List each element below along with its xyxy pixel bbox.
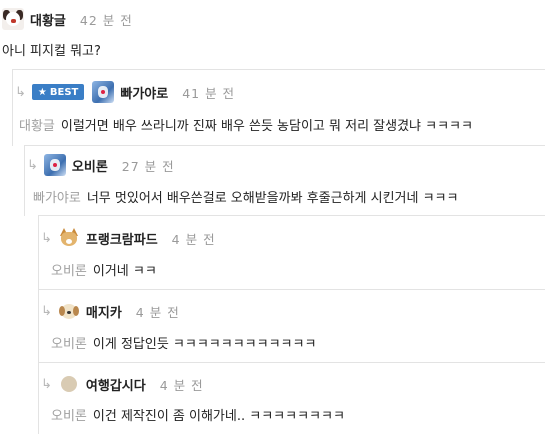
blue-avatar[interactable] [43,154,66,176]
puppy-avatar[interactable] [2,8,24,30]
comment-time: 4 분 전 [171,231,216,247]
comment-text: 오비론 이거네 ㅋㅋ [51,260,157,279]
reply-arrow-icon: ↳ [41,303,52,319]
comment-text: 오비론 이게 정답인듯 ㅋㅋㅋㅋㅋㅋㅋㅋㅋㅋㅋㅋ [51,333,316,352]
comment-text: 아니 피지컬 뭐고? [2,44,101,59]
comment-header: ↳ ★ BEST 빠가야로 41 분 전 [15,80,235,104]
comment-author[interactable]: 여행갑시다 [86,375,146,394]
blue-avatar[interactable] [92,81,115,103]
comment-header: 대황글 42 분 전 [2,7,133,31]
fox-avatar[interactable] [57,227,80,249]
comment-header: ↳ 여행갑시다 4 분 전 [41,372,204,396]
star-icon: ★ [37,86,47,98]
comment-body: 이럴거면 배우 쓰라니까 진짜 배우 쓴듯 농담이고 뭐 저리 잘생겼냐 ㅋㅋㅋ… [60,119,473,134]
comment-body: 이게 정답인듯 ㅋㅋㅋㅋㅋㅋㅋㅋㅋㅋㅋㅋ [92,337,317,352]
comment-item: ↳ 오비론 27 분 전 빠가야로 너무 멋있어서 배우쓴걸로 오해받을까봐 후줄… [24,145,545,216]
mention-link[interactable]: 빠가야로 [33,191,81,206]
comment-author[interactable]: 빠가야로 [120,83,168,102]
comment-text: 대황글 이럴거면 배우 쓰라니까 진짜 배우 쓴듯 농담이고 뭐 저리 잘생겼냐 … [19,115,473,134]
comment-author[interactable]: 대황글 [30,10,66,29]
comment-item: ↳ 프랭크람파드 4 분 전 오비론 이거네 ㅋㅋ [38,215,545,289]
comment-header: ↳ 오비론 27 분 전 [27,153,175,177]
mention-link[interactable]: 오비론 [51,264,87,279]
comment-item: ↳ 매지카 4 분 전 오비론 이게 정답인듯 ㅋㅋㅋㅋㅋㅋㅋㅋㅋㅋㅋㅋ [38,289,545,362]
comment-body: 이거네 ㅋㅋ [92,264,157,279]
comment-time: 4 분 전 [159,377,204,393]
mention-link[interactable]: 오비론 [51,337,87,352]
reply-arrow-icon: ↳ [27,157,38,173]
reply-arrow-icon: ↳ [41,230,52,246]
comment-time: 27 분 전 [121,158,175,174]
best-badge: ★ BEST [31,84,85,100]
default-avatar[interactable] [57,373,80,395]
reply-arrow-icon: ↳ [15,84,26,100]
mention-link[interactable]: 대황글 [19,119,55,134]
comment-header: ↳ 매지카 4 분 전 [41,299,180,323]
comment-body: 너무 멋있어서 배우쓴걸로 오해받을까봐 후줄근하게 시킨거네 ㅋㅋㅋ [86,191,459,206]
comment-author[interactable]: 오비론 [72,156,108,175]
dog-avatar[interactable] [57,300,80,322]
comment-time: 42 분 전 [79,12,133,28]
comment-text: 빠가야로 너무 멋있어서 배우쓴걸로 오해받을까봐 후줄근하게 시킨거네 ㅋㅋㅋ [33,187,458,206]
comment-text: 오비론 이건 제작진이 좀 이해가네.. ㅋㅋㅋㅋㅋㅋㅋㅋ [51,405,345,424]
comment-time: 4 분 전 [135,304,180,320]
comment-body: 이건 제작진이 좀 이해가네.. ㅋㅋㅋㅋㅋㅋㅋㅋ [92,409,345,424]
comment-item: ↳ 여행갑시다 4 분 전 오비론 이건 제작진이 좀 이해가네.. ㅋㅋㅋㅋㅋㅋ… [38,362,545,434]
reply-arrow-icon: ↳ [41,376,52,392]
comment-header: ↳ 프랭크람파드 4 분 전 [41,226,216,250]
mention-link[interactable]: 오비론 [51,409,87,424]
comment-time: 41 분 전 [182,85,236,101]
comment-author[interactable]: 프랭크람파드 [86,229,158,248]
comment-author[interactable]: 매지카 [86,302,122,321]
comment-item: ↳ ★ BEST 빠가야로 41 분 전 대황글 이럴거면 배우 쓰라니까 진짜 배… [12,69,545,146]
comment-item: 대황글 42 분 전 아니 피지컬 뭐고? [0,0,545,68]
